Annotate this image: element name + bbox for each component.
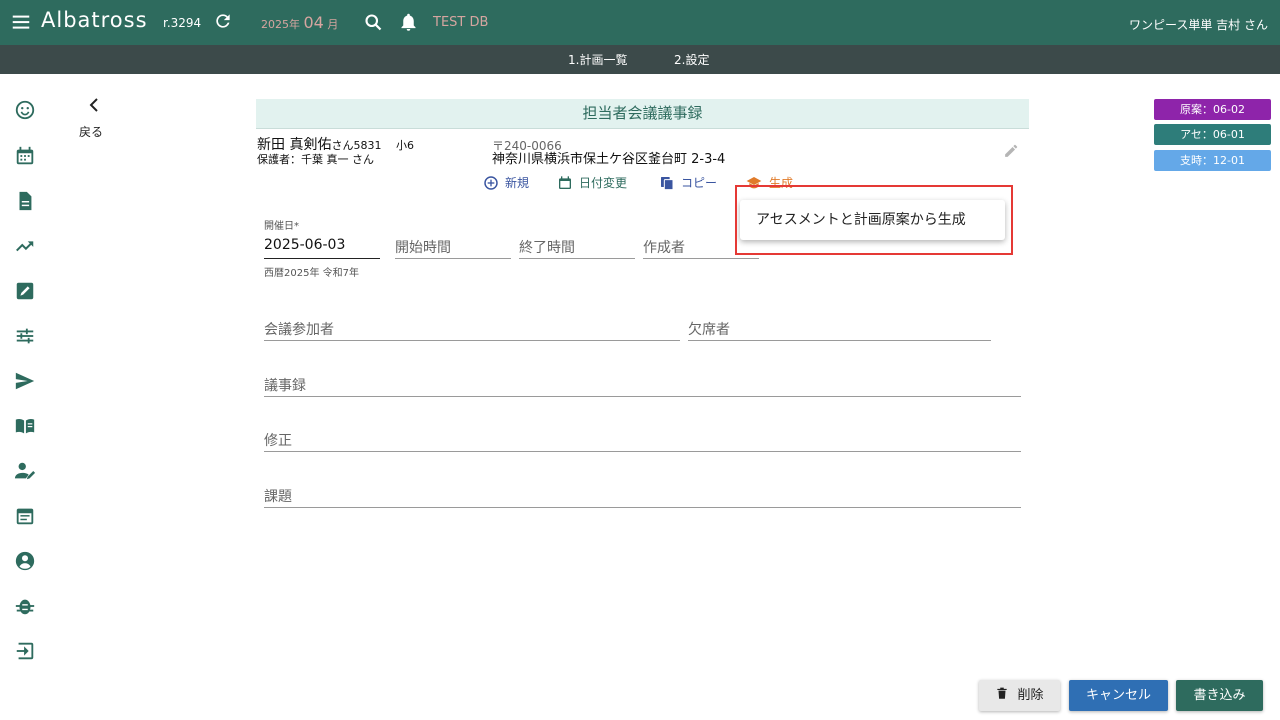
- assessment-badge[interactable]: アセ：06-01: [1154, 124, 1271, 145]
- calendar-icon: [559, 176, 571, 189]
- minutes-field[interactable]: 議事録: [264, 375, 306, 395]
- revision-label: r.3294: [163, 16, 202, 30]
- tune-icon[interactable]: [14, 325, 36, 347]
- date-field-underline: [264, 258, 380, 259]
- search-icon[interactable]: [363, 12, 384, 33]
- date-field[interactable]: 2025-06-03: [264, 237, 345, 253]
- tab-plan-list[interactable]: 1.計画一覧: [568, 51, 627, 68]
- bug-icon[interactable]: [14, 595, 36, 617]
- back-label[interactable]: 戻る: [79, 123, 103, 140]
- date-field-label: 開催日*: [264, 221, 299, 232]
- app-title[interactable]: Albatross: [41, 8, 148, 32]
- delete-label: 削除: [1017, 688, 1044, 703]
- draft-badge[interactable]: 原案：06-02: [1154, 99, 1271, 120]
- exit-icon[interactable]: [14, 640, 36, 662]
- new-label: 新規: [505, 176, 530, 190]
- app-header: Albatross r.3294 2025年 04 月 TEST DB ワンピー…: [0, 0, 1280, 45]
- start-time-field[interactable]: 開始時間: [395, 237, 451, 257]
- book-icon[interactable]: [14, 415, 36, 437]
- guardian-name: 保護者：千葉 真一 さん: [257, 153, 374, 166]
- absentees-field[interactable]: 欠席者: [688, 319, 730, 339]
- date-hint: 西暦2025年 令和7年: [264, 268, 359, 279]
- revision-field[interactable]: 修正: [264, 430, 292, 450]
- highlight-box: [735, 185, 1013, 255]
- trash-icon: [997, 687, 1008, 699]
- end-time-underline: [519, 258, 635, 259]
- account-circle-icon[interactable]: [14, 550, 36, 572]
- date-change-button[interactable]: 日付変更: [557, 174, 627, 192]
- client-grade: 小6: [396, 139, 414, 152]
- event-note-icon[interactable]: [14, 505, 36, 527]
- delete-button[interactable]: 削除: [979, 680, 1060, 711]
- bell-icon[interactable]: [398, 11, 419, 33]
- page-title: 担当者会議議事録: [256, 99, 1029, 129]
- absentees-underline: [688, 340, 991, 341]
- refresh-icon[interactable]: [213, 11, 233, 31]
- send-icon[interactable]: [14, 370, 36, 392]
- period-selector[interactable]: 2025年 04 月: [261, 13, 338, 32]
- save-button[interactable]: 書き込み: [1176, 680, 1263, 711]
- address: 神奈川県横浜市保土ケ谷区釜台町 2-3-4: [492, 152, 726, 167]
- month-value: 04: [303, 13, 324, 32]
- calendar-icon[interactable]: [14, 145, 36, 167]
- start-time-underline: [395, 258, 511, 259]
- trending-up-icon[interactable]: [14, 235, 36, 257]
- new-button[interactable]: 新規: [483, 174, 529, 192]
- copy-icon: [661, 177, 674, 191]
- sub-navigation: 1.計画一覧 2.設定: [0, 45, 1280, 74]
- end-time-field[interactable]: 終了時間: [519, 237, 575, 257]
- year-value: 2025: [261, 18, 289, 31]
- document-icon[interactable]: [14, 190, 36, 212]
- year-unit: 年: [289, 18, 300, 31]
- issues-underline: [264, 507, 1021, 508]
- smile-icon[interactable]: [14, 99, 36, 121]
- back-chevron-icon[interactable]: [85, 95, 103, 115]
- date-change-label: 日付変更: [579, 176, 628, 190]
- month-unit: 月: [327, 18, 339, 31]
- issues-field[interactable]: 課題: [264, 486, 292, 506]
- pencil-icon[interactable]: [1003, 142, 1020, 159]
- support-badge[interactable]: 支時：12-01: [1154, 150, 1271, 171]
- cancel-button[interactable]: キャンセル: [1069, 680, 1168, 711]
- copy-label: コピー: [681, 176, 718, 190]
- user-name[interactable]: ワンピース単単 吉村 さん: [1129, 16, 1268, 33]
- user-edit-icon[interactable]: [14, 460, 36, 482]
- revision-underline: [264, 451, 1021, 452]
- add-circle-icon: [484, 176, 498, 190]
- db-label: TEST DB: [433, 15, 489, 30]
- author-underline: [643, 258, 759, 259]
- edit-note-icon[interactable]: [14, 280, 36, 302]
- copy-button[interactable]: コピー: [659, 174, 717, 192]
- tab-settings[interactable]: 2.設定: [674, 51, 709, 68]
- menu-icon[interactable]: [10, 11, 32, 33]
- minutes-underline: [264, 396, 1021, 397]
- author-field[interactable]: 作成者: [643, 237, 685, 257]
- participants-field[interactable]: 会議参加者: [264, 319, 334, 339]
- participants-underline: [264, 340, 680, 341]
